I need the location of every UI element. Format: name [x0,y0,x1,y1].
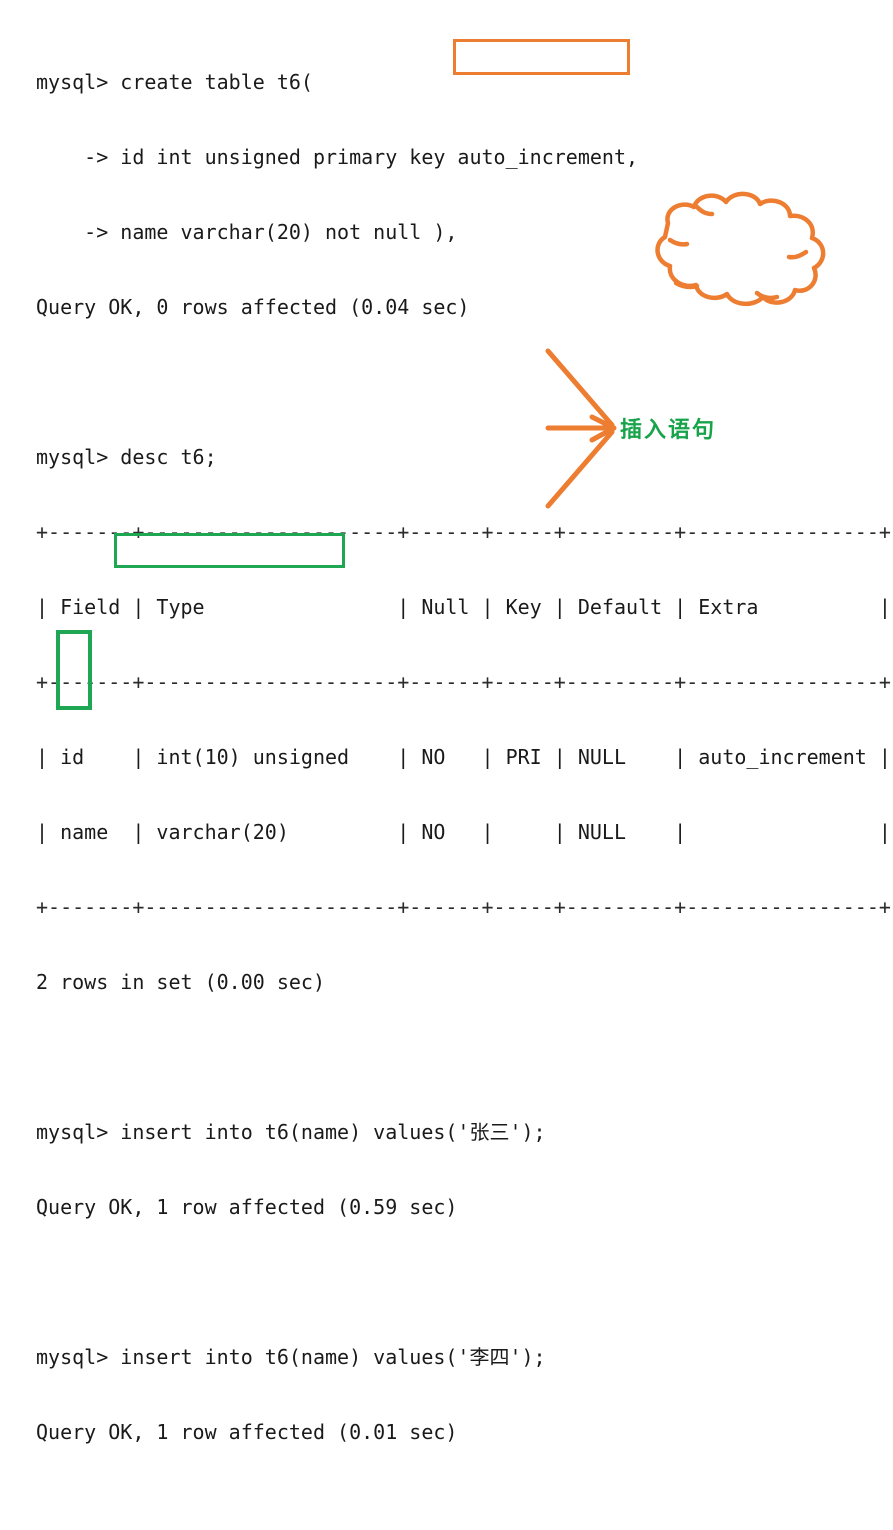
highlight-box-id-column-values [56,630,92,710]
terminal-line: mysql> insert into t6(name) values('李四')… [36,1345,546,1369]
annotation-label-insert-statements: 插入语句 [620,418,717,443]
terminal-line: mysql> insert into t6(name) values('张三')… [36,1120,546,1144]
terminal-line: -> name varchar(20) not null ), [36,220,458,244]
table-row: | name | varchar(20) | NO | | NULL | | [36,820,891,844]
highlight-box-auto-increment-keyword [453,39,630,75]
terminal-line: Query OK, 1 row affected (0.59 sec) [36,1195,458,1219]
terminal-line: mysql> desc t6; [36,445,217,469]
table-row: | id | int(10) unsigned | NO | PRI | NUL… [36,745,891,769]
terminal-line: Query OK, 0 rows affected (0.04 sec) [36,295,470,319]
result-footer: 2 rows in set (0.00 sec) [36,970,325,994]
terminal-line: -> id int unsigned primary key auto_incr… [36,145,639,169]
terminal-output: mysql> create table t6( -> id int unsign… [36,20,891,1530]
table-separator: +-------+---------------------+------+--… [36,670,891,694]
table-separator: +-------+---------------------+------+--… [36,895,891,919]
highlight-box-select-statement [114,533,345,568]
terminal-line: Query OK, 1 row affected (0.01 sec) [36,1420,458,1444]
table-header-row: | Field | Type | Null | Key | Default | … [36,595,891,619]
